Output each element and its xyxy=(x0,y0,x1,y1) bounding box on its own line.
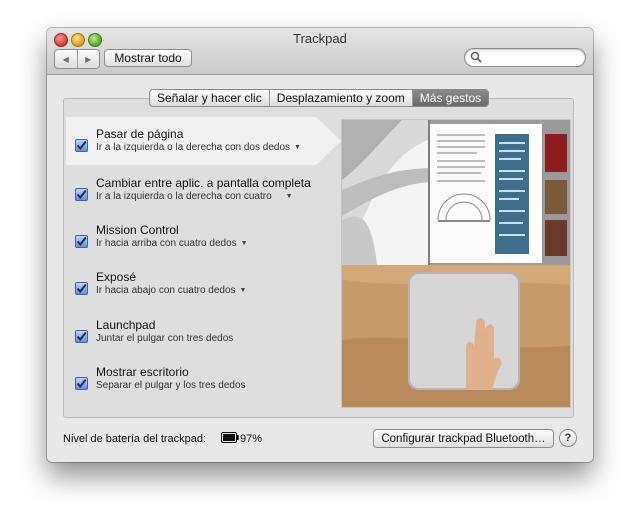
gesture-title: Mostrar escritorio xyxy=(96,365,189,379)
expose-checkbox[interactable] xyxy=(75,282,88,295)
gesture-subtitle-text: Ir a la izquierda o la derecha con dos d… xyxy=(96,142,291,153)
fullscreen-apps-checkbox[interactable] xyxy=(75,188,88,201)
gesture-subtitle[interactable]: Ir hacia abajo con cuatro dedos ▼ xyxy=(96,285,246,296)
dropdown-arrow-icon[interactable]: ▼ xyxy=(286,193,293,200)
window-title: Trackpad xyxy=(293,31,347,46)
tab-bar: Señalar y hacer clic Desplazamiento y zo… xyxy=(149,89,490,107)
gesture-title: Pasar de página xyxy=(96,127,184,141)
battery-level-value: 97% xyxy=(240,433,263,445)
back-forward-control[interactable]: ◀ ▶ xyxy=(54,49,100,69)
checkmark-icon xyxy=(76,283,87,294)
gesture-subtitle: Separar el pulgar y los tres dedos xyxy=(96,380,246,391)
dropdown-arrow-icon[interactable]: ▼ xyxy=(240,287,247,294)
battery-icon xyxy=(221,432,239,443)
title-bar: Trackpad ◀ ▶ Mostrar todo xyxy=(47,28,593,75)
checkmark-icon xyxy=(76,331,87,342)
back-arrow-icon[interactable]: ◀ xyxy=(55,50,78,68)
tab-point-and-click[interactable]: Señalar y hacer clic xyxy=(150,90,270,106)
trackpad-window: Trackpad ◀ ▶ Mostrar todo Señalar y hace… xyxy=(47,28,593,462)
gesture-preview-video xyxy=(341,119,571,408)
dropdown-arrow-icon[interactable]: ▼ xyxy=(241,240,248,247)
gesture-subtitle-text: Ir hacia abajo con cuatro dedos xyxy=(96,285,236,296)
preview-illustration xyxy=(342,120,570,407)
gesture-title: Cambiar entre aplic. a pantalla completa xyxy=(96,176,311,190)
checkmark-icon xyxy=(76,236,87,247)
show-all-button[interactable]: Mostrar todo xyxy=(104,49,192,67)
gesture-title: Launchpad xyxy=(96,318,156,332)
gesture-subtitle-text: Ir hacia arriba con cuatro dedos xyxy=(96,238,237,249)
search-icon xyxy=(470,51,482,63)
gesture-subtitle[interactable]: Ir a la izquierda o la derecha con cuatr… xyxy=(96,191,293,202)
show-desktop-checkbox[interactable] xyxy=(75,377,88,390)
launchpad-checkbox[interactable] xyxy=(75,330,88,343)
configure-bluetooth-trackpad-button[interactable]: Configurar trackpad Bluetooth… xyxy=(373,429,554,448)
help-button[interactable]: ? xyxy=(559,429,577,447)
battery-level-label: Nivel de batería del trackpad: xyxy=(63,433,207,445)
checkmark-icon xyxy=(76,378,87,389)
gesture-subtitle: Juntar el pulgar con tres dedos xyxy=(96,333,234,344)
swipe-pages-checkbox[interactable] xyxy=(75,139,88,152)
gesture-subtitle[interactable]: Ir hacia arriba con cuatro dedos ▼ xyxy=(96,238,248,249)
forward-arrow-icon[interactable]: ▶ xyxy=(78,50,100,68)
dropdown-arrow-icon[interactable]: ▼ xyxy=(294,144,301,151)
search-field[interactable] xyxy=(464,48,586,67)
tab-scroll-and-zoom[interactable]: Desplazamiento y zoom xyxy=(270,90,413,106)
checkmark-icon xyxy=(76,189,87,200)
gesture-title: Mission Control xyxy=(96,223,179,237)
gesture-subtitle[interactable]: Ir a la izquierda o la derecha con dos d… xyxy=(96,142,301,153)
selected-row-highlight xyxy=(66,117,341,165)
mission-control-checkbox[interactable] xyxy=(75,235,88,248)
checkmark-icon xyxy=(76,140,87,151)
gesture-title: Exposé xyxy=(96,270,137,284)
tab-more-gestures[interactable]: Más gestos xyxy=(412,90,489,106)
gesture-subtitle-text: Ir a la izquierda o la derecha con cuatr… xyxy=(96,191,272,202)
